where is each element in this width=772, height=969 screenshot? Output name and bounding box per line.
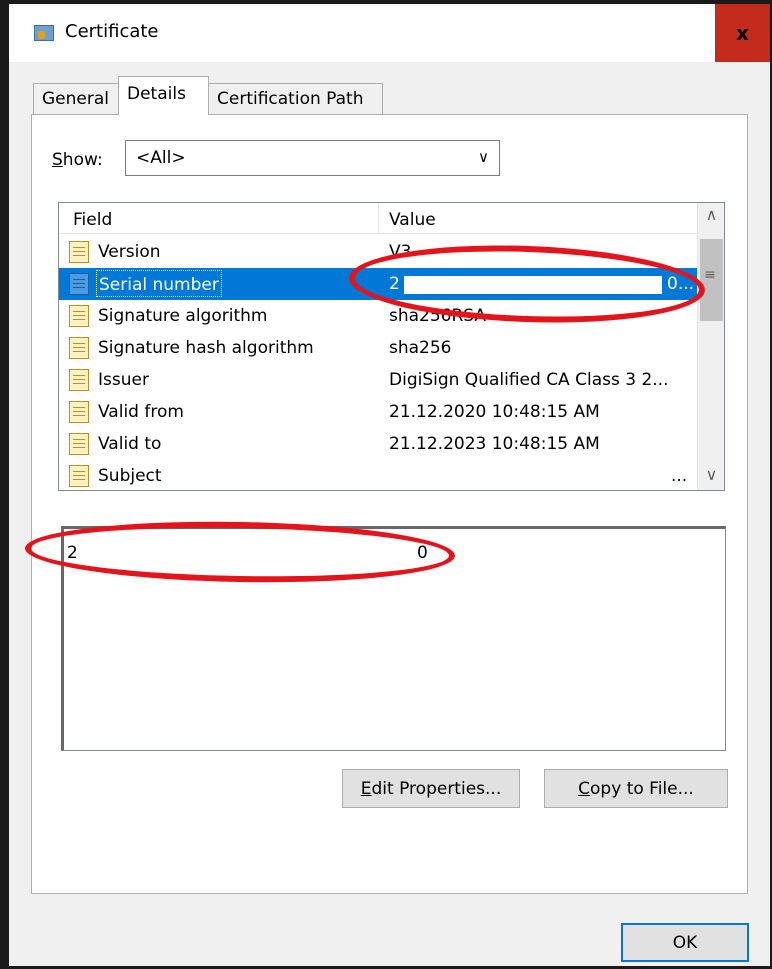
- field-name: Valid from: [98, 402, 184, 422]
- grip-icon: ≡: [704, 267, 716, 283]
- list-item[interactable]: Valid from 21.12.2020 10:48:15 AM: [59, 396, 697, 428]
- show-label-text: how:: [62, 150, 103, 170]
- edit-properties-button[interactable]: Edit Properties...: [342, 769, 520, 808]
- window-title: Certificate: [65, 21, 159, 42]
- field-value: sha256: [389, 338, 452, 358]
- show-dropdown-value: <All>: [136, 148, 186, 168]
- edit-label: dit Properties...: [371, 778, 502, 799]
- field-icon: [69, 305, 89, 327]
- list-item[interactable]: Subject ...: [59, 460, 697, 490]
- close-button[interactable]: x: [715, 4, 770, 62]
- list-item[interactable]: Issuer DigiSign Qualified CA Class 3 2..…: [59, 364, 697, 396]
- copy-label: opy to File...: [590, 778, 694, 799]
- show-label: Show:: [52, 150, 103, 170]
- tab-details[interactable]: Details: [118, 76, 209, 115]
- column-header-field[interactable]: Field: [73, 210, 112, 230]
- title-bar: Certificate x: [9, 4, 770, 62]
- field-icon: [69, 241, 89, 263]
- copy-to-file-button[interactable]: Copy to File...: [544, 769, 728, 808]
- field-icon: [69, 337, 89, 359]
- field-name: Valid to: [98, 434, 162, 454]
- ok-button[interactable]: OK: [621, 923, 749, 962]
- certificate-icon: [34, 25, 54, 41]
- field-value: DigiSign Qualified CA Class 3 2...: [389, 370, 669, 390]
- field-icon: [69, 369, 89, 391]
- field-value: 21.12.2023 10:48:15 AM: [389, 434, 600, 454]
- field-icon: [69, 465, 89, 487]
- column-separator[interactable]: [378, 203, 379, 233]
- tab-general[interactable]: General: [33, 83, 119, 114]
- field-icon: [69, 273, 89, 295]
- field-name: Issuer: [98, 370, 149, 390]
- field-name: Version: [98, 242, 161, 262]
- scrollbar-thumb[interactable]: ≡: [700, 239, 723, 321]
- scroll-down-icon[interactable]: ∨: [698, 465, 724, 490]
- field-value: ...: [671, 466, 688, 486]
- field-name: Signature algorithm: [98, 306, 268, 326]
- list-header: Field Value: [59, 203, 697, 234]
- column-header-value[interactable]: Value: [389, 210, 436, 230]
- field-name: Serial number: [96, 270, 222, 297]
- scroll-up-icon[interactable]: ∧: [698, 205, 724, 233]
- certificate-dialog: Certificate x General Details Certificat…: [9, 4, 770, 966]
- field-value: 21.12.2020 10:48:15 AM: [389, 402, 600, 422]
- field-icon: [69, 401, 89, 423]
- field-name: Signature hash algorithm: [98, 338, 314, 358]
- field-name: Subject: [98, 466, 162, 486]
- list-item[interactable]: Valid to 21.12.2023 10:48:15 AM: [59, 428, 697, 460]
- show-label-accel: S: [52, 150, 63, 170]
- copy-accel: C: [578, 778, 591, 799]
- tab-certification-path[interactable]: Certification Path: [208, 83, 383, 114]
- field-list[interactable]: Field Value Version V3 Serial number 2 0…: [58, 202, 725, 491]
- show-dropdown[interactable]: <All> ∨: [125, 140, 500, 176]
- field-icon: [69, 433, 89, 455]
- chevron-down-icon: ∨: [478, 148, 489, 166]
- list-item[interactable]: Signature hash algorithm sha256: [59, 332, 697, 364]
- vertical-scrollbar[interactable]: ∧ ≡ ∨: [697, 203, 724, 490]
- edit-accel: E: [360, 778, 372, 799]
